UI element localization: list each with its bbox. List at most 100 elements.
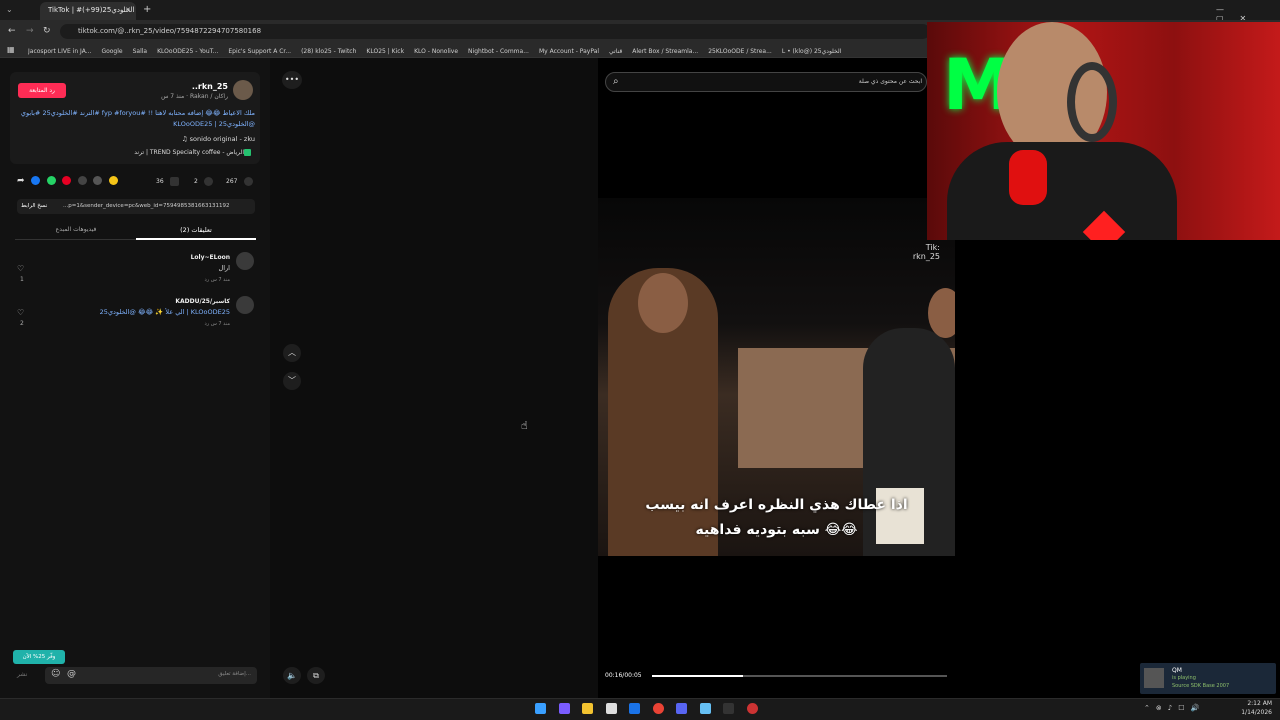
bookmark-item[interactable]: My Account - PayPal: [539, 48, 599, 55]
username[interactable]: rkn_25..: [120, 82, 228, 91]
comment-like-icon[interactable]: ♡: [17, 264, 24, 273]
file-explorer-icon[interactable]: [582, 703, 594, 714]
xbox-icon[interactable]: [723, 703, 735, 714]
bookmark-item[interactable]: Jacosport LIVE in JA...: [28, 48, 91, 55]
pinterest-icon[interactable]: [62, 176, 72, 185]
clock-date[interactable]: 1/14/2026: [1232, 709, 1272, 716]
coin-icon[interactable]: [108, 176, 118, 185]
comment-user[interactable]: KADDU/25/كاسبر: [70, 298, 230, 305]
bookmark-item[interactable]: Google: [101, 48, 122, 55]
comment-input[interactable]: ☺ @ إضافة تعليق...: [45, 667, 257, 684]
location-icon: [244, 149, 251, 156]
whatsapp-icon[interactable]: [46, 176, 56, 185]
bookmark-item[interactable]: Alert Box / Streamla...: [632, 48, 698, 55]
video-time: 00:16/00:05: [605, 672, 642, 679]
browser-tab-bar: [0, 0, 1280, 20]
location[interactable]: الرياض - TREND Specialty coffee | ترند: [60, 149, 244, 156]
apps-icon[interactable]: ▦: [7, 45, 15, 54]
copy-link-button[interactable]: نسخ الرابط: [21, 203, 55, 209]
bookmark-item[interactable]: Salla: [133, 48, 148, 55]
mention-icon[interactable]: @: [67, 669, 76, 679]
taskbar-apps: [530, 703, 763, 714]
tab-tiktok[interactable]: TikTok | #الخلودي25(99+) 🔊: [40, 2, 136, 20]
windows-start-icon[interactable]: [535, 703, 546, 714]
middle-area: [270, 58, 598, 698]
system-tray[interactable]: ⌃⊗♪☐🔊: [1144, 704, 1205, 712]
steam-notification[interactable]: QM is playing Source SDK Base 2007: [1140, 663, 1276, 694]
forward-icon[interactable]: →: [26, 26, 34, 36]
mail-icon[interactable]: [629, 703, 641, 714]
link-field[interactable]: نسخ الرابط ...p=1&sender_device=pc&web_i…: [17, 199, 255, 214]
bookmark-item[interactable]: Nightbot - Comma...: [468, 48, 529, 55]
emoji-icon[interactable]: ☺: [51, 669, 60, 679]
bookmark-item[interactable]: (28) klo25 - Twitch: [301, 48, 356, 55]
app-icon[interactable]: [746, 703, 758, 714]
caption-line2[interactable]: @الخلودي25 | KLOoODE25: [15, 120, 255, 128]
copilot-icon[interactable]: [558, 703, 570, 714]
video-subtitle-1: اذا عطاك هذي النظره اعرف انه بيسب: [645, 497, 908, 513]
heart-icon[interactable]: [244, 177, 253, 186]
microphone: [1009, 150, 1047, 205]
comment-avatar[interactable]: [236, 296, 254, 314]
promo-badge[interactable]: وفّر 25% الآن: [13, 650, 65, 664]
tab-creator-videos[interactable]: فيديوهات المبدع: [40, 226, 112, 233]
comment-meta: منذ 7 س رد: [204, 277, 230, 283]
steam-icon[interactable]: [699, 703, 711, 714]
volume-button[interactable]: 🔈: [283, 667, 301, 684]
comment-like-icon[interactable]: ♡: [17, 308, 24, 317]
person-left-head: [638, 273, 688, 333]
previous-video-button[interactable]: ︿: [283, 344, 301, 362]
bookmark-item[interactable]: 25KLOoODE / Strea...: [708, 48, 772, 55]
bookmark-item[interactable]: KLO25 | Kick: [366, 48, 404, 55]
sound-name[interactable]: sonido original - zku ♫: [60, 135, 255, 143]
tab-comments[interactable]: تعليقات (2): [140, 226, 252, 234]
clock-time[interactable]: 2:12 AM: [1232, 700, 1272, 707]
webcam-overlay: M: [927, 22, 1280, 240]
bookmark-item[interactable]: L • (klo@) الخلودي25: [782, 48, 842, 55]
steam-status: is playing: [1172, 675, 1196, 681]
bookmark-item[interactable]: KLOoODE25 - YouT...: [157, 48, 218, 55]
embed-icon[interactable]: [77, 176, 87, 185]
reload-icon[interactable]: ↻: [43, 26, 51, 36]
bookmark-item[interactable]: قناتي: [609, 48, 622, 55]
steam-avatar: [1144, 668, 1164, 688]
miniplayer-button[interactable]: ⧉: [307, 667, 325, 684]
comment-meta: منذ 7 س رد: [204, 321, 230, 327]
comment-avatar[interactable]: [236, 252, 254, 270]
headphones: [1067, 62, 1117, 142]
facebook-icon[interactable]: [31, 176, 41, 185]
video-watermark: Tik: rkn_25: [912, 243, 940, 261]
streamer-body: [947, 142, 1177, 240]
post-comment-button[interactable]: نشر: [17, 671, 27, 678]
comment-user[interactable]: Loly~ELoon: [70, 254, 230, 261]
stats-row: 36 2 267: [150, 176, 258, 188]
saves-count: 36: [156, 178, 164, 185]
tab-list-button[interactable]: ⌄: [6, 5, 13, 14]
comment-placeholder: إضافة تعليق...: [218, 671, 251, 677]
comment-icon[interactable]: [204, 177, 213, 186]
comments-count: 2: [194, 178, 198, 185]
avatar[interactable]: [233, 80, 253, 100]
bookmark-item[interactable]: KLO - Nonolive: [414, 48, 458, 55]
chrome-icon[interactable]: [652, 703, 664, 714]
person-right-head: [928, 288, 955, 338]
share-row: ➦: [17, 176, 118, 188]
search-placeholder: ابحث عن محتوى ذي صلة: [858, 78, 922, 85]
steam-game: Source SDK Base 2007: [1172, 683, 1230, 689]
close-tab-icon[interactable]: ✕: [125, 6, 131, 14]
new-tab-button[interactable]: +: [143, 4, 151, 15]
share-arrow-icon[interactable]: ➦: [17, 176, 25, 186]
more-share-icon[interactable]: [93, 176, 103, 185]
store-icon[interactable]: [605, 703, 617, 714]
discord-icon[interactable]: [676, 703, 688, 714]
video-subtitle-2: سبه بتوديه فداهيه 😂😂: [695, 522, 858, 538]
back-icon[interactable]: ←: [8, 26, 16, 36]
search-bar[interactable]: ⌕ ابحث عن محتوى ذي صلة: [605, 72, 927, 92]
more-options-button[interactable]: •••: [282, 71, 302, 89]
follow-back-button[interactable]: رد المتابعة: [18, 83, 66, 98]
next-video-button[interactable]: ﹀: [283, 372, 301, 390]
likes-count: 267: [226, 178, 238, 185]
bookmark-icon[interactable]: [170, 177, 179, 186]
address-bar[interactable]: tiktok.com/@..rkn_25/video/7594872294707…: [60, 24, 930, 39]
bookmark-item[interactable]: Epic's Support A Cr...: [228, 48, 291, 55]
